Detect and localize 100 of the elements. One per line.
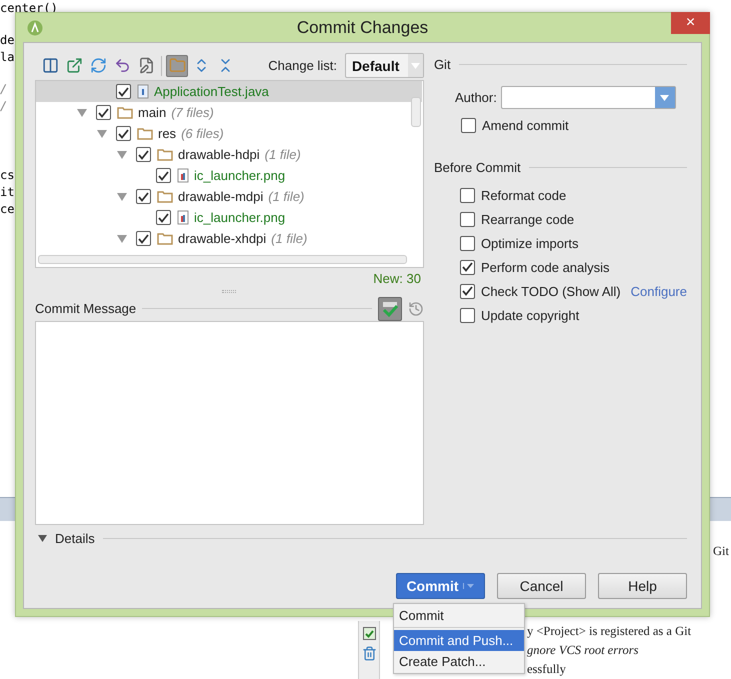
code-line: center() [0,0,58,17]
trash-icon[interactable] [362,646,376,661]
tree-label: ic_launcher.png [194,168,286,183]
log-line: y <Project> is registered as a Git [527,623,692,640]
file-count: (1 file) [264,147,301,162]
checkbox[interactable] [460,188,475,202]
tree-row[interactable]: drawable-hdpi (1 file) [36,144,422,165]
tree-checkbox[interactable] [156,168,171,183]
log-text: Git [713,544,730,559]
code-line: / [0,98,8,115]
group-by-folder-button[interactable] [166,54,188,76]
caret-icon [462,583,475,589]
window-title: Commit Changes [296,18,428,38]
scrollbar[interactable] [38,255,407,264]
external-link-icon [66,57,82,74]
checkbox-label: Perform code analysis [480,260,610,274]
tree-row[interactable]: ic_launcher.png [36,207,422,228]
folder-icon [137,127,153,140]
image-file-icon [177,168,189,183]
tree-row[interactable]: drawable-mdpi (1 file) [36,186,422,207]
columns-icon [42,57,58,74]
code-line: ce [0,201,14,218]
folder-icon [117,106,133,119]
configure-link[interactable]: Configure [630,284,687,298]
checkbox[interactable] [460,260,475,274]
tree-row[interactable]: drawable-xhdpi (1 file) [36,228,422,249]
file-count: (7 files) [171,105,214,120]
checkbox-label: Amend commit [482,118,569,132]
checkbox-label: Check TODO (Show All) [480,284,621,298]
tree-checkbox[interactable] [136,231,151,246]
dialog-button[interactable]: Commit [396,573,485,599]
code-line: cs [0,167,14,184]
tree-checkbox[interactable] [116,84,131,99]
dialog-button[interactable]: Cancel [497,573,586,599]
tree-label: drawable-xhdpi [178,231,266,246]
menu-item[interactable]: Commit and Push... [394,630,524,651]
file-count: (1 file) [271,231,308,246]
tree-label: main [138,105,166,120]
details-label[interactable]: Details [55,530,95,546]
change-list-dropdown[interactable]: Default [344,53,424,78]
tree-label: res [158,126,176,141]
tree-label: ApplicationTest.java [154,84,269,99]
folder-icon [157,190,173,203]
spellcheck-icon [380,300,399,318]
menu-item[interactable]: Create Patch... [394,651,524,672]
checkbox[interactable] [460,284,475,298]
tree-checkbox[interactable] [156,210,171,225]
image-file-icon [177,210,189,225]
check-icon[interactable] [362,627,376,640]
tree-label: drawable-mdpi [178,189,264,204]
commit-message-field[interactable] [35,321,424,525]
file-edit-icon [138,57,154,74]
checkbox-label: Update copyright [480,308,580,322]
tree-label: ic_launcher.png [194,210,286,225]
tree-row[interactable]: ApplicationTest.java [36,81,422,102]
expanded-arrow-icon[interactable] [77,108,87,116]
expanded-arrow-icon[interactable] [117,192,127,200]
dropdown-button[interactable] [654,87,675,108]
folder-icon [157,232,173,245]
code-line: / [0,81,8,98]
section-label: Git [434,56,451,72]
triangle-icon[interactable] [38,534,47,542]
checkbox[interactable] [460,212,475,226]
tree-checkbox[interactable] [136,147,151,162]
splitter-grip[interactable] [222,290,236,292]
log-line: essfully [527,661,566,678]
dialog-button[interactable]: Help [598,573,687,599]
folder-icon [157,148,173,161]
tree-label: drawable-hdpi [178,147,260,162]
author-label: Author: [454,90,497,105]
tree-checkbox[interactable] [116,126,131,141]
undo-icon [114,57,130,74]
tree-checkbox[interactable] [136,189,151,204]
close-button[interactable]: × [671,12,710,34]
tree-row[interactable]: res (6 files) [36,123,422,144]
tree-checkbox[interactable] [96,105,111,120]
checkbox[interactable] [460,308,475,322]
expanded-arrow-icon[interactable] [117,150,127,158]
checkbox[interactable] [460,118,476,132]
refresh-icon [90,57,106,74]
section-label: Before Commit [434,160,521,174]
checkbox-label: Optimize imports [480,236,578,250]
caret-icon [660,94,670,100]
expanded-arrow-icon[interactable] [97,130,107,138]
code-line: it [0,184,14,201]
java-file-icon [137,84,149,99]
checkbox[interactable] [460,236,475,250]
section-label: Commit Message [35,301,136,316]
scrollbar[interactable] [410,97,421,127]
spellcheck-button[interactable] [378,296,402,320]
tree-row[interactable]: main (7 files) [36,102,422,123]
author-field[interactable] [500,86,676,109]
checkbox-label: Reformat code [480,188,566,202]
code-line: de [0,32,14,49]
tree-row[interactable]: ic_launcher.png [36,165,422,186]
code-line: la [0,49,14,66]
checkbox-label: Rearrange code [480,212,574,226]
menu-item[interactable]: Commit [394,605,524,626]
change-list-label: Change list: [268,58,337,73]
expanded-arrow-icon[interactable] [117,234,127,242]
